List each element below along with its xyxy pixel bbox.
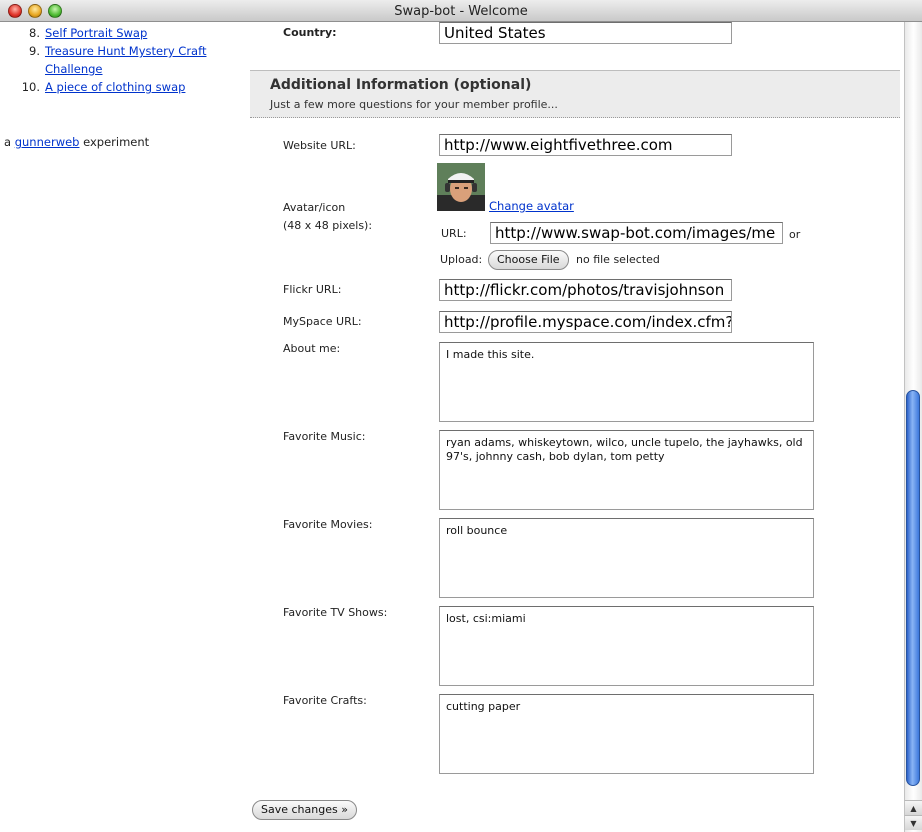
or-text: or xyxy=(789,228,801,241)
swap-link-treasure-hunt[interactable]: Treasure Hunt Mystery Craft Challenge xyxy=(45,42,215,78)
favorite-music-textarea[interactable]: ryan adams, whiskeytown, wilco, uncle tu… xyxy=(439,430,814,510)
scroll-up-arrow-icon[interactable]: ▲ xyxy=(904,800,922,815)
scroll-down-arrow-icon[interactable]: ▼ xyxy=(904,815,922,830)
no-file-status: no file selected xyxy=(576,253,660,266)
upload-label: Upload: xyxy=(440,253,483,266)
myspace-url-label: MySpace URL: xyxy=(283,315,362,328)
credit-line: a gunnerweb experiment xyxy=(4,135,149,149)
credit-prefix: a xyxy=(4,135,12,149)
list-number: 10. xyxy=(21,80,40,94)
gunnerweb-link[interactable]: gunnerweb xyxy=(15,135,80,149)
save-changes-button[interactable]: Save changes » xyxy=(252,800,357,820)
list-number: 8. xyxy=(29,26,40,40)
country-field[interactable]: United States xyxy=(439,22,732,44)
choose-file-button[interactable]: Choose File xyxy=(488,250,569,270)
country-label: Country: xyxy=(283,26,337,39)
window-title: Swap-bot - Welcome xyxy=(394,4,528,19)
avatar-label: Avatar/icon xyxy=(283,201,346,214)
favorite-movies-label: Favorite Movies: xyxy=(283,518,373,531)
favorite-tv-label: Favorite TV Shows: xyxy=(283,606,388,619)
avatar-url-field[interactable]: http://www.swap-bot.com/images/me xyxy=(490,222,783,244)
favorite-crafts-textarea[interactable]: cutting paper xyxy=(439,694,814,774)
swap-link-self-portrait[interactable]: Self Portrait Swap xyxy=(45,24,225,42)
section-title: Additional Information (optional) xyxy=(270,77,532,93)
avatar-image xyxy=(437,163,485,211)
website-url-label: Website URL: xyxy=(283,139,356,152)
myspace-url-field[interactable]: http://profile.myspace.com/index.cfm? xyxy=(439,311,732,333)
avatar-url-label: URL: xyxy=(441,227,467,240)
change-avatar-link[interactable]: Change avatar xyxy=(489,199,574,213)
about-me-textarea[interactable]: I made this site. xyxy=(439,342,814,422)
favorite-tv-textarea[interactable]: lost, csi:miami xyxy=(439,606,814,686)
scrollbar-thumb[interactable] xyxy=(906,390,920,786)
credit-suffix: experiment xyxy=(83,135,150,149)
swap-link-clothing[interactable]: A piece of clothing swap xyxy=(45,78,225,96)
favorite-crafts-label: Favorite Crafts: xyxy=(283,694,367,707)
favorite-music-label: Favorite Music: xyxy=(283,430,366,443)
list-number: 9. xyxy=(29,44,40,58)
website-url-field[interactable]: http://www.eightfivethree.com xyxy=(439,134,732,156)
avatar-size-label: (48 x 48 pixels): xyxy=(283,219,373,232)
section-subtitle: Just a few more questions for your membe… xyxy=(270,98,558,111)
about-me-label: About me: xyxy=(283,342,341,355)
flickr-url-label: Flickr URL: xyxy=(283,283,342,296)
additional-info-section-header: Additional Information (optional) Just a… xyxy=(250,70,900,118)
favorite-movies-textarea[interactable]: roll bounce xyxy=(439,518,814,598)
flickr-url-field[interactable]: http://flickr.com/photos/travisjohnson xyxy=(439,279,732,301)
avatar-photo-icon xyxy=(437,163,485,211)
window-titlebar: Swap-bot - Welcome xyxy=(0,0,922,22)
